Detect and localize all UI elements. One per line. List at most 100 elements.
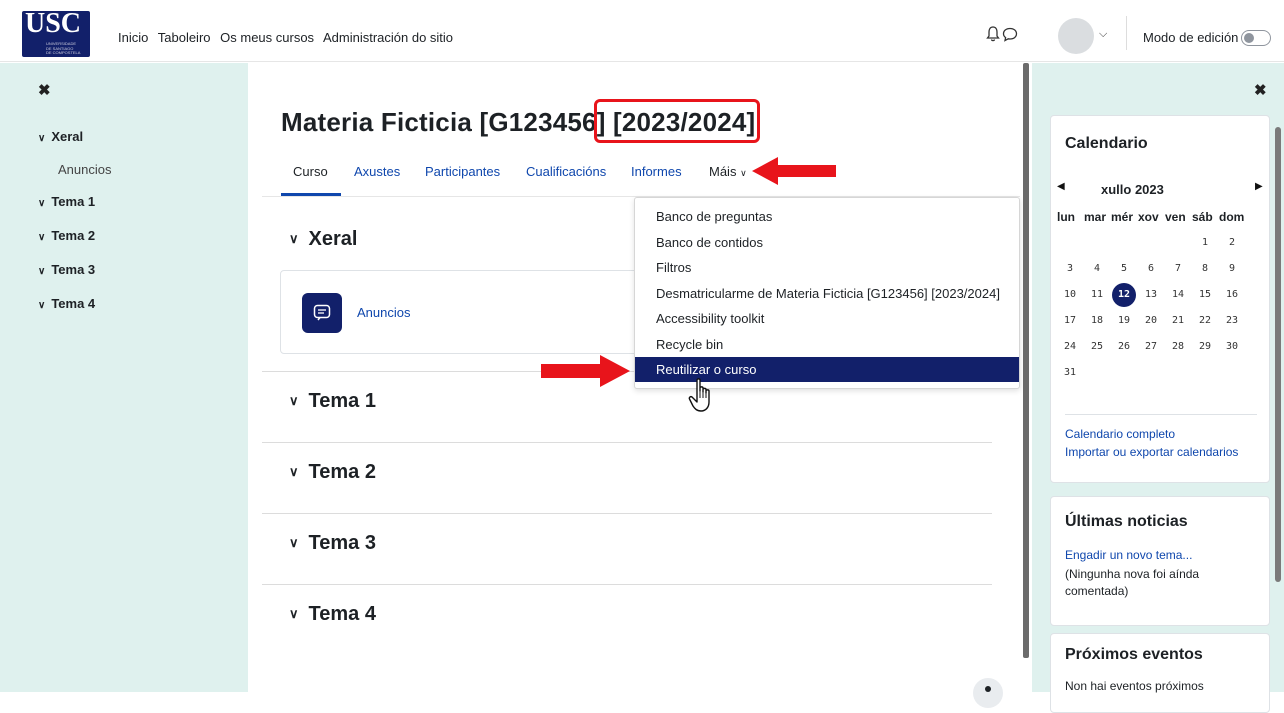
activity-link-anuncios[interactable]: Anuncios [357,305,410,320]
calendar-day[interactable]: 8 [1194,263,1216,274]
chevron-down-icon[interactable]: ∨ [38,232,45,243]
main-scrollbar[interactable] [1023,63,1029,658]
nav-link-inicio[interactable]: Inicio [118,30,148,45]
section-heading-tema-4[interactable]: ∨ Tema 4 [289,603,376,626]
index-section-tema-4[interactable]: ∨ Tema 4 [38,296,95,311]
menu-item-recycle-bin[interactable]: Recycle bin [635,332,1019,357]
upcoming-events-block: Próximos eventos Non hai eventos próximo… [1050,633,1270,713]
tab-cualificacions[interactable]: Cualificacións [526,164,606,179]
menu-item-banco-contidos[interactable]: Banco de contidos [635,230,1019,255]
prev-month-icon[interactable]: ◀ [1057,181,1065,192]
drawer-scrollbar[interactable] [1275,127,1281,582]
chevron-down-icon[interactable]: ∨ [289,393,299,408]
calendar-day[interactable]: 21 [1167,315,1189,326]
calendar-day[interactable]: 10 [1059,289,1081,300]
calendar-day[interactable]: 12 [1113,289,1135,300]
calendar-day[interactable]: 9 [1221,263,1243,274]
calendar-day[interactable]: 4 [1086,263,1108,274]
calendar-day[interactable]: 18 [1086,315,1108,326]
calendar-import-link[interactable]: Importar ou exportar calendarios [1065,445,1238,459]
calendar-day[interactable]: 26 [1113,341,1135,352]
chevron-down-icon[interactable]: ∨ [38,133,45,144]
index-section-tema-3[interactable]: ∨ Tema 3 [38,262,95,277]
edit-mode-label: Modo de edición [1143,30,1239,45]
tab-mais[interactable]: Máis ∨ [709,164,747,179]
bell-icon[interactable] [986,26,1000,42]
calendar-day[interactable]: 28 [1167,341,1189,352]
calendar-day[interactable]: 27 [1140,341,1162,352]
calendar-day[interactable]: 15 [1194,289,1216,300]
calendar-weekday: lun [1057,210,1075,224]
calendar-day[interactable]: 6 [1140,263,1162,274]
edit-mode-toggle[interactable] [1241,30,1271,46]
chevron-down-icon[interactable]: ∨ [38,266,45,277]
calendar-weekday: mér [1111,210,1134,224]
calendar-day[interactable]: 1 [1194,237,1216,248]
section-heading-tema-3[interactable]: ∨ Tema 3 [289,532,376,555]
chevron-down-icon[interactable]: ∨ [289,535,299,550]
chevron-down-icon[interactable]: ∨ [289,464,299,479]
usc-logo[interactable]: USC UNIVERSIDADE DE SANTIAGO DE COMPOSTELA [22,8,90,57]
avatar[interactable] [1058,18,1094,54]
menu-item-accessibility-toolkit[interactable]: Accessibility toolkit [635,306,1019,331]
tab-mais-label: Máis [709,164,737,179]
calendar-day[interactable]: 30 [1221,341,1243,352]
section-heading-tema-2[interactable]: ∨ Tema 2 [289,461,376,484]
calendar-day[interactable]: 19 [1113,315,1135,326]
activity-card-anuncios[interactable]: Anuncios [280,270,640,354]
add-topic-link[interactable]: Engadir un novo tema... [1065,548,1192,562]
calendar-day[interactable]: 31 [1059,367,1081,378]
section-heading-tema-1[interactable]: ∨ Tema 1 [289,390,376,413]
tab-informes[interactable]: Informes [631,164,682,179]
nav-link-administracion[interactable]: Administración do sitio [323,30,453,45]
chevron-down-icon[interactable]: ⌵ [1099,28,1107,41]
calendar-day[interactable]: 13 [1140,289,1162,300]
calendar-day[interactable]: 3 [1059,263,1081,274]
section-divider [262,442,992,443]
section-title: Tema 2 [308,461,376,483]
calendar-day[interactable]: 25 [1086,341,1108,352]
index-activity-anuncios[interactable]: Anuncios [58,162,111,177]
calendar-weekday: sáb [1192,210,1213,224]
news-title: Últimas noticias [1065,513,1188,530]
close-icon[interactable]: ✖ [1254,81,1267,99]
chat-icon[interactable] [1002,27,1018,42]
calendar-day[interactable]: 17 [1059,315,1081,326]
nav-link-os-meus-cursos[interactable]: Os meus cursos [220,30,314,45]
calendar-day[interactable]: 23 [1221,315,1243,326]
section-heading-xeral[interactable]: ∨ Xeral [289,228,357,251]
tab-axustes[interactable]: Axustes [354,164,400,179]
section-title: Tema 4 [308,603,376,625]
index-section-tema-2[interactable]: ∨ Tema 2 [38,228,95,243]
calendar-day[interactable]: 11 [1086,289,1108,300]
more-dropdown-menu: Banco de preguntas Banco de contidos Fil… [634,197,1020,389]
tab-curso[interactable]: Curso [293,164,328,179]
calendar-day[interactable]: 16 [1221,289,1243,300]
menu-item-filtros[interactable]: Filtros [635,255,1019,280]
calendar-day[interactable]: 29 [1194,341,1216,352]
next-month-icon[interactable]: ▶ [1255,181,1263,192]
calendar-day[interactable]: 7 [1167,263,1189,274]
help-button[interactable] [973,678,1003,708]
close-icon[interactable]: ✖ [38,81,51,99]
calendar-day[interactable]: 2 [1221,237,1243,248]
chevron-down-icon[interactable]: ∨ [289,606,299,621]
nav-link-taboleiro[interactable]: Taboleiro [158,30,211,45]
calendar-day[interactable]: 14 [1167,289,1189,300]
index-section-xeral[interactable]: ∨ Xeral [38,129,83,144]
menu-item-banco-preguntas[interactable]: Banco de preguntas [635,204,1019,229]
calendar-day[interactable]: 24 [1059,341,1081,352]
chevron-down-icon[interactable]: ∨ [289,231,299,246]
calendar-full-link[interactable]: Calendario completo [1065,427,1175,441]
calendar-day[interactable]: 20 [1140,315,1162,326]
calendar-day[interactable]: 5 [1113,263,1135,274]
index-section-label: Tema 4 [51,296,96,311]
chevron-down-icon[interactable]: ∨ [38,198,45,209]
calendar-day[interactable]: 22 [1194,315,1216,326]
chevron-down-icon[interactable]: ∨ [38,300,45,311]
logo-text: USC [25,8,82,39]
tab-participantes[interactable]: Participantes [425,164,500,179]
menu-item-desmatricularme[interactable]: Desmatricularme de Materia Ficticia [G12… [635,281,1019,306]
index-section-tema-1[interactable]: ∨ Tema 1 [38,194,95,209]
calendar-weekday: mar [1084,210,1107,224]
